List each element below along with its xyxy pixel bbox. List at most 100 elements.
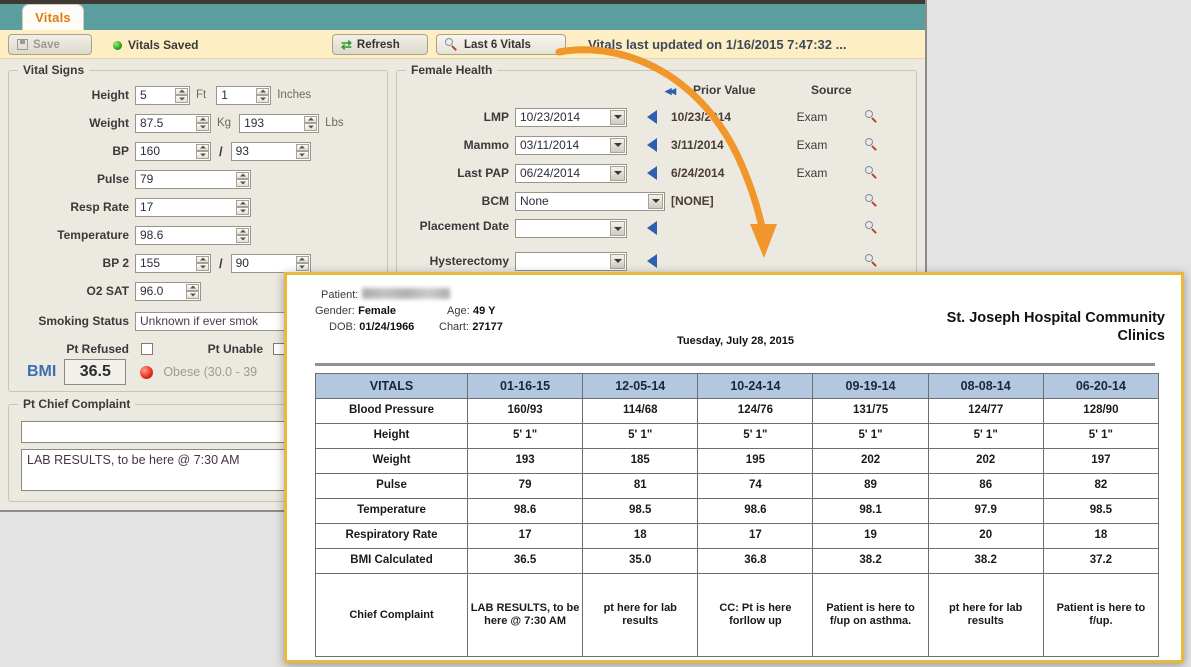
organization-line2: Clinics	[865, 327, 1165, 345]
placement-date-label: Placement Date	[397, 219, 509, 233]
resp-rate-input[interactable]: 17	[135, 198, 251, 217]
lmp-value: 10/23/2014	[520, 110, 580, 124]
chevron-down-icon[interactable]	[610, 110, 625, 125]
chevron-down-icon[interactable]	[610, 166, 625, 181]
cell: 35.0	[583, 549, 698, 574]
bp2-diastolic-value: 90	[236, 256, 249, 270]
bp2-diastolic-input[interactable]: 90	[231, 254, 311, 273]
row-label: BMI Calculated	[316, 549, 468, 574]
height-inches-input[interactable]: 1	[216, 86, 271, 105]
green-status-dot-icon	[113, 41, 122, 50]
toolbar: Save Vitals Saved ⇄ Refresh Last 6 Vital…	[0, 30, 925, 59]
lmp-label: LMP	[397, 110, 509, 124]
placement-date-prior-arrow-icon[interactable]	[647, 221, 657, 235]
lmp-source: Exam	[783, 110, 841, 124]
chevron-down-icon[interactable]	[610, 254, 625, 269]
cell: 202	[928, 449, 1043, 474]
mammo-prior-value: 3/11/2014	[671, 138, 783, 152]
bcm-select[interactable]: None	[515, 192, 665, 211]
dob-label: DOB:	[329, 321, 356, 333]
chart-value: 27177	[472, 321, 503, 333]
col-header-date-5: 08-08-14	[928, 374, 1043, 399]
bmi-value: 36.5	[64, 359, 126, 385]
cell: LAB RESULTS, to be here @ 7:30 AM	[468, 574, 583, 657]
height-inches-stepper[interactable]	[256, 88, 269, 103]
double-left-arrow-icon[interactable]: ◂◂	[665, 83, 674, 99]
o2-sat-input[interactable]: 96.0	[135, 282, 201, 301]
hysterectomy-prior-arrow-icon[interactable]	[647, 254, 657, 268]
cell: 17	[698, 524, 813, 549]
bp-diastolic-stepper[interactable]	[296, 144, 309, 159]
pt-refused-checkbox[interactable]	[141, 343, 153, 355]
mammo-prior-arrow-icon[interactable]	[647, 138, 657, 152]
report-print-date: Tuesday, July 28, 2015	[677, 335, 794, 347]
placement-date-magnifier-icon[interactable]	[865, 221, 879, 235]
placement-date-select[interactable]	[515, 219, 627, 238]
save-button[interactable]: Save	[8, 34, 92, 55]
col-header-date-1: 01-16-15	[468, 374, 583, 399]
dob-value: 01/24/1966	[359, 321, 414, 333]
cell: 98.6	[698, 499, 813, 524]
weight-lbs-stepper[interactable]	[304, 116, 317, 131]
pulse-stepper[interactable]	[236, 172, 249, 187]
last-pap-magnifier-icon[interactable]	[865, 166, 879, 180]
cell: 5' 1"	[1043, 424, 1158, 449]
o2-sat-stepper[interactable]	[186, 284, 199, 299]
cell: Patient is here to f/up.	[1043, 574, 1158, 657]
mammo-select[interactable]: 03/11/2014	[515, 136, 627, 155]
weight-kg-stepper[interactable]	[196, 116, 209, 131]
cell: 131/75	[813, 399, 928, 424]
bcm-magnifier-icon[interactable]	[865, 194, 879, 208]
table-row: Temperature 98.6 98.5 98.6 98.1 97.9 98.…	[316, 499, 1159, 524]
height-feet-unit: Ft	[196, 89, 206, 101]
last-pap-prior-arrow-icon[interactable]	[647, 166, 657, 180]
prior-value-header: Prior Value	[693, 83, 756, 97]
bp2-systolic-stepper[interactable]	[196, 256, 209, 271]
bp-label: BP	[9, 144, 129, 158]
save-button-label: Save	[33, 39, 60, 51]
chevron-down-icon[interactable]	[648, 194, 663, 209]
chevron-down-icon[interactable]	[610, 221, 625, 236]
hysterectomy-magnifier-icon[interactable]	[865, 254, 879, 268]
height-feet-input[interactable]: 5	[135, 86, 190, 105]
cell: 38.2	[813, 549, 928, 574]
cell: 18	[583, 524, 698, 549]
height-feet-stepper[interactable]	[175, 88, 188, 103]
resp-rate-stepper[interactable]	[236, 200, 249, 215]
hysterectomy-select[interactable]	[515, 252, 627, 271]
pt-unable-label: Pt Unable	[153, 342, 263, 356]
col-header-date-6: 06-20-14	[1043, 374, 1158, 399]
refresh-button[interactable]: ⇄ Refresh	[332, 34, 428, 55]
lmp-select[interactable]: 10/23/2014	[515, 108, 627, 127]
pulse-input[interactable]: 79	[135, 170, 251, 189]
bp2-diastolic-stepper[interactable]	[296, 256, 309, 271]
cell: 124/77	[928, 399, 1043, 424]
weight-label: Weight	[9, 116, 129, 130]
weight-kg-input[interactable]: 87.5	[135, 114, 211, 133]
chart-label: Chart:	[439, 321, 469, 333]
cell: pt here for lab results	[928, 574, 1043, 657]
gender-label: Gender:	[315, 305, 355, 317]
bp-systolic-input[interactable]: 160	[135, 142, 211, 161]
report-header: Patient: Gender: Female Age: 49 Y DOB: 0…	[287, 275, 1181, 347]
table-row: Chief Complaint LAB RESULTS, to be here …	[316, 574, 1159, 657]
height-inches-unit: Inches	[277, 89, 311, 101]
bp-systolic-stepper[interactable]	[196, 144, 209, 159]
chevron-down-icon[interactable]	[610, 138, 625, 153]
cell: 98.1	[813, 499, 928, 524]
temperature-stepper[interactable]	[236, 228, 249, 243]
temperature-input[interactable]: 98.6	[135, 226, 251, 245]
lmp-magnifier-icon[interactable]	[865, 110, 879, 124]
bp2-systolic-input[interactable]: 155	[135, 254, 211, 273]
cell: 79	[468, 474, 583, 499]
mammo-magnifier-icon[interactable]	[865, 138, 879, 152]
lmp-prior-arrow-icon[interactable]	[647, 110, 657, 124]
tab-vitals[interactable]: Vitals	[22, 4, 84, 30]
hysterectomy-label: Hysterectomy	[397, 254, 509, 268]
last-pap-select[interactable]: 06/24/2014	[515, 164, 627, 183]
last-6-vitals-button[interactable]: Last 6 Vitals	[436, 34, 566, 55]
bp-diastolic-input[interactable]: 93	[231, 142, 311, 161]
weight-lbs-input[interactable]: 193	[239, 114, 319, 133]
mammo-label: Mammo	[397, 138, 509, 152]
bcm-value: None	[520, 194, 549, 208]
